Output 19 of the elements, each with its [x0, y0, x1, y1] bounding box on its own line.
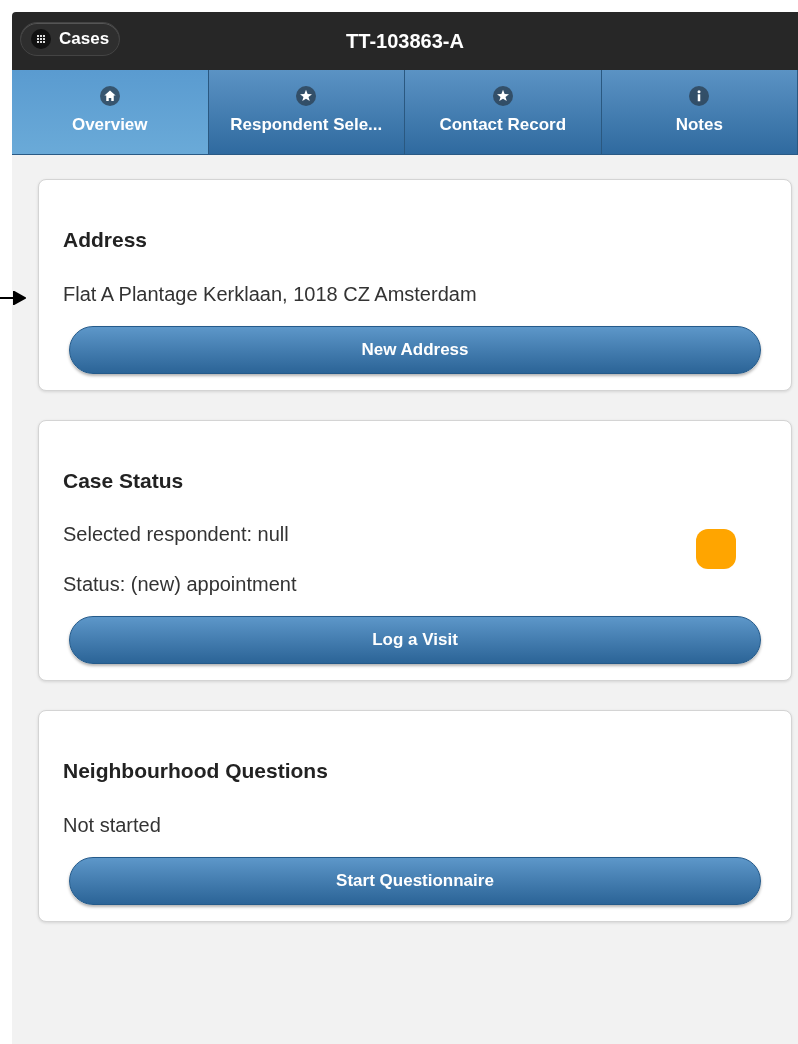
- card-text: Not started: [63, 812, 162, 837]
- grid-icon: [31, 29, 51, 49]
- nav-tab[interactable]: Contact Record: [405, 70, 602, 154]
- page-title: TT-103863-A: [346, 29, 464, 54]
- card-title: Address: [63, 227, 149, 253]
- home-icon: [99, 86, 120, 107]
- card-text: Flat A Plantage Kerklaan, 1018 CZ Amsterdam: [63, 281, 478, 306]
- action-button[interactable]: Start Questionnaire: [69, 856, 761, 905]
- cases-button[interactable]: Cases: [20, 22, 121, 56]
- action-button[interactable]: Log a Visit: [69, 616, 761, 664]
- nav-tab[interactable]: Notes: [601, 70, 798, 154]
- card-title: Neighbourhood Questions: [63, 758, 329, 784]
- nav-tab[interactable]: Overview: [12, 70, 209, 154]
- card-title: Case Status: [63, 467, 185, 494]
- action-button[interactable]: New Address: [69, 325, 761, 374]
- card-text: Selected respondent: null: [63, 522, 290, 546]
- info-icon: [689, 86, 710, 107]
- card-text: Status: (new) appointment: [63, 572, 298, 596]
- nav-tab[interactable]: Respondent Sele...: [208, 70, 405, 154]
